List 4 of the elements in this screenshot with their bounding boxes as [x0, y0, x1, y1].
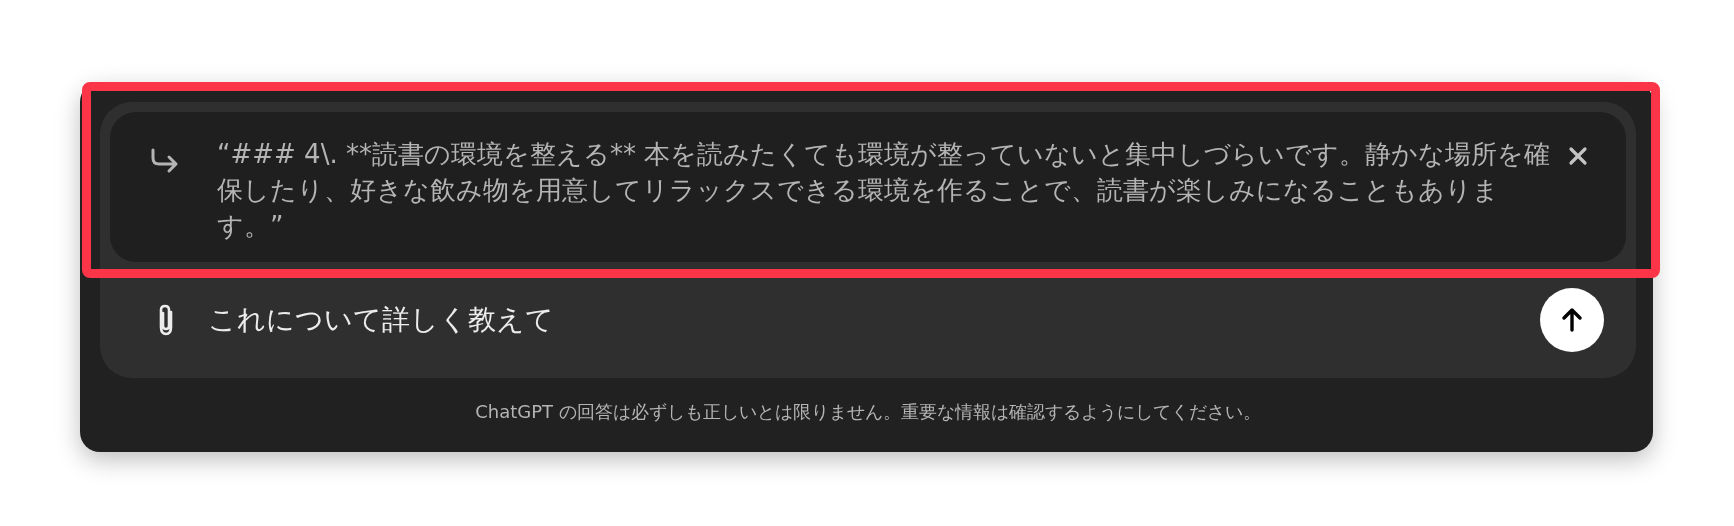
- reply-arrow-icon: [150, 148, 180, 174]
- message-field[interactable]: これについて詳しく教えて: [208, 300, 1540, 340]
- disclaimer-text: ChatGPT の回答は必ずしも正しいとは限りません。重要な情報は確認するようにしてください。: [474, 400, 1262, 424]
- quoted-text: “### 4\. **読書の環境を整える** 本を読みたくても環境が整っていないと集中しづらいです。静かな場所を確保したり、好きな飲み物を用意してリラックスできる環境を作ることで、読書が楽しみになることもあります。”: [217, 138, 1552, 243]
